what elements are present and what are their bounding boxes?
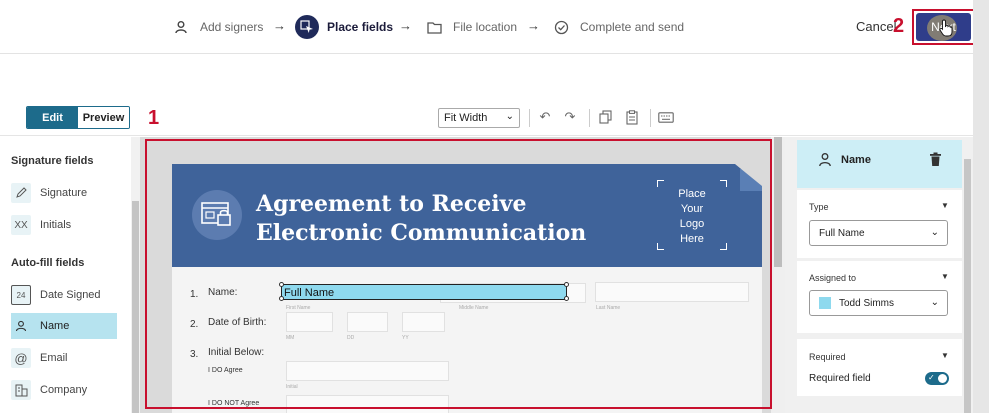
arrow-right-icon: → (273, 18, 286, 33)
palette-item-company[interactable]: Company (11, 377, 117, 403)
person-icon (818, 152, 832, 172)
palette-item-label: Signature (40, 187, 88, 199)
palette-scrollbar[interactable] (131, 137, 140, 413)
autofill-fields-heading: Auto-fill fields (11, 257, 85, 269)
cursor-pointer-icon (295, 15, 319, 39)
toolbar-divider (589, 109, 590, 127)
person-icon (170, 16, 192, 38)
keyboard-icon[interactable] (658, 109, 674, 125)
type-select[interactable]: Full Name ⌄ (809, 220, 948, 246)
assigned-value: Todd Simms (839, 297, 895, 309)
step-label: Complete and send (580, 20, 685, 34)
pen-icon (11, 183, 31, 203)
preview-mode-button[interactable]: Preview (78, 107, 129, 128)
assigned-to-select[interactable]: Todd Simms ⌄ (809, 290, 948, 316)
editor-toolbar: Edit Preview 1 Fit Width ⌄ ↶ ↷ (0, 100, 973, 136)
signer-color-swatch (819, 297, 831, 309)
zoom-select[interactable]: Fit Width ⌄ (438, 108, 520, 128)
scrollbar-thumb[interactable] (132, 201, 139, 413)
copy-icon[interactable] (597, 109, 613, 125)
palette-item-date-signed[interactable]: 24 Date Signed (11, 282, 117, 308)
assigned-to-label: Assigned to (809, 273, 857, 283)
palette-item-label: Company (40, 384, 88, 396)
redo-icon[interactable]: ↷ (562, 109, 578, 125)
palette-item-name[interactable]: Name (11, 313, 117, 339)
palette-item-email[interactable]: @ Email (11, 345, 117, 371)
chevron-down-icon: ⌄ (505, 111, 514, 122)
step-label: Place fields (327, 20, 394, 34)
wizard-bar: Add signers → Place fields → File locati… (0, 0, 989, 54)
initials-icon: XX (11, 215, 31, 235)
required-field-toggle[interactable]: ✓ (925, 372, 949, 385)
check-icon: ✓ (928, 373, 935, 382)
palette-item-label: Initials (40, 219, 72, 231)
chevron-down-icon: ⌄ (930, 297, 939, 308)
app-root: Add signers → Place fields → File locati… (0, 0, 989, 413)
edit-mode-button[interactable]: Edit (27, 107, 78, 128)
required-section (797, 339, 962, 396)
collapse-triangle-icon[interactable]: ▼ (941, 201, 949, 210)
type-label: Type (809, 202, 829, 212)
toolbar-divider (650, 109, 651, 127)
field-properties-title: Name (841, 154, 871, 166)
annotation-label-1: 1 (148, 107, 160, 129)
step-label: Add signers (200, 20, 264, 34)
scrollbar-thumb[interactable] (964, 159, 971, 413)
arrow-right-icon: → (399, 18, 412, 33)
calendar-icon: 24 (11, 285, 31, 305)
toggle-knob (938, 374, 947, 383)
undo-icon[interactable]: ↶ (537, 109, 553, 125)
paste-icon[interactable] (624, 109, 640, 125)
properties-scrollbar[interactable] (962, 137, 973, 413)
chevron-down-icon: ⌄ (930, 227, 939, 238)
window-edge (973, 0, 989, 413)
step-complete-and-send[interactable]: Complete and send (550, 16, 684, 38)
collapse-triangle-icon[interactable]: ▼ (941, 351, 949, 360)
annotation-label-2: 2 (893, 15, 905, 37)
building-icon (11, 380, 31, 400)
collapse-triangle-icon[interactable]: ▼ (941, 272, 949, 281)
person-icon (11, 316, 31, 336)
toolbar-divider (529, 109, 530, 127)
palette-item-label: Name (40, 320, 70, 332)
folder-icon (423, 16, 445, 38)
edit-preview-toggle: Edit Preview (26, 106, 130, 129)
hand-cursor-icon (939, 19, 953, 37)
step-file-location[interactable]: File location (423, 16, 517, 38)
required-label: Required (809, 352, 846, 362)
document-highlight-frame (145, 139, 772, 409)
check-circle-icon (550, 16, 572, 38)
field-palette (0, 137, 140, 413)
trash-icon[interactable] (929, 152, 942, 172)
required-field-label: Required field (809, 373, 871, 384)
type-value: Full Name (819, 227, 865, 239)
signature-fields-heading: Signature fields (11, 155, 94, 167)
step-add-signers[interactable]: Add signers (170, 16, 263, 38)
document-scrollbar[interactable] (771, 137, 785, 413)
scrollbar-thumb[interactable] (774, 137, 782, 267)
step-place-fields[interactable]: Place fields (295, 15, 394, 39)
palette-item-label: Email (40, 352, 68, 364)
palette-item-signature[interactable]: Signature (11, 180, 117, 206)
step-label: File location (453, 20, 518, 34)
palette-item-label: Date Signed (40, 289, 101, 301)
zoom-value: Fit Width (444, 112, 488, 124)
palette-item-initials[interactable]: XX Initials (11, 212, 117, 238)
cancel-button[interactable]: Cancel (856, 19, 896, 34)
at-icon: @ (11, 348, 31, 368)
arrow-right-icon: → (527, 18, 540, 33)
